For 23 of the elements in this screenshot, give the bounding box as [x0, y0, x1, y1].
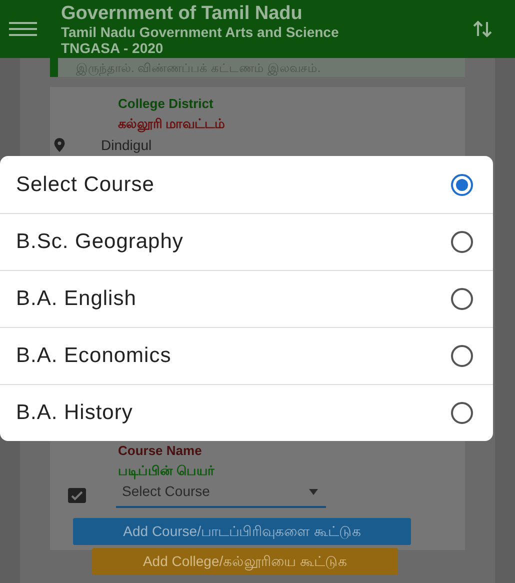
- field-label: படிப்பின் பெயர்: [118, 462, 216, 480]
- course-option[interactable]: B.A. Economics: [0, 327, 493, 384]
- clipboard-check-icon: [68, 486, 86, 502]
- radio-button[interactable]: [451, 288, 473, 310]
- app-title: Government of Tamil Nadu: [61, 4, 304, 22]
- location-pin-icon: [54, 138, 65, 152]
- course-option[interactable]: Select Course: [0, 156, 493, 213]
- caret-icon: [309, 488, 318, 494]
- district-select[interactable]: Dindigul: [101, 134, 286, 156]
- field-label: Course Name: [118, 442, 203, 460]
- radio-button[interactable]: [451, 231, 473, 253]
- menu-icon[interactable]: [9, 22, 37, 36]
- app-caption: TNGASA - 2020: [61, 40, 164, 54]
- app-subtitle: Tamil Nadu Government Arts and Science: [61, 24, 340, 38]
- course-option[interactable]: B.A. History: [0, 384, 493, 441]
- radio-button[interactable]: [451, 174, 473, 196]
- course-option[interactable]: B.A. English: [0, 270, 493, 327]
- radio-button[interactable]: [451, 345, 473, 367]
- radio-button[interactable]: [451, 402, 473, 424]
- sort-icon[interactable]: [473, 20, 493, 38]
- field-label: College District: [118, 95, 214, 113]
- field-label: கல்லூரி மாவட்டம்: [118, 114, 226, 133]
- course-option[interactable]: B.Sc. Geography: [0, 213, 493, 270]
